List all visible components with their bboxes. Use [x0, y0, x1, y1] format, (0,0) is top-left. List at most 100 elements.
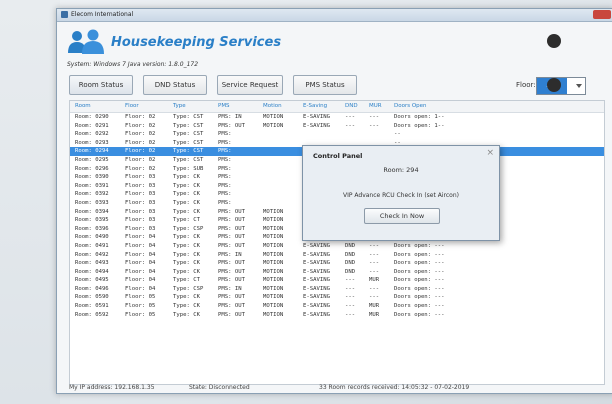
- table-cell: Room: 0396: [75, 225, 109, 232]
- table-cell: MOTION: [263, 260, 284, 267]
- col-pms: PMS: [218, 103, 230, 109]
- table-cell: Floor: 02: [125, 122, 156, 129]
- dialog-room: Room: 294: [383, 166, 419, 174]
- ip-address: My IP address: 192.168.1.35: [69, 384, 155, 391]
- tab-dnd-status[interactable]: DND Status: [143, 75, 207, 95]
- check-in-now-button[interactable]: Check In Now: [364, 208, 440, 224]
- table-row[interactable]: Room: 0493 Floor: 04 Type: CK PMS: OUT MOTIO…: [70, 259, 604, 268]
- col-room: Room: [75, 103, 91, 109]
- table-cell: PMS: OUT: [218, 277, 245, 284]
- table-cell: E-SAVING: [303, 277, 330, 284]
- table-cell: PMS: OUT: [218, 311, 245, 318]
- table-cell: Type: CK: [173, 242, 200, 249]
- col-mur: MUR: [369, 103, 382, 109]
- app-icon: [61, 11, 68, 18]
- table-cell: ---: [345, 122, 356, 129]
- connection-state: State: Disconnected: [189, 384, 250, 391]
- table-cell: Type: CST: [173, 122, 204, 129]
- table-cell: Room: 0394: [75, 208, 109, 215]
- table-row[interactable]: Room: 0494 Floor: 04 Type: CK PMS: OUT MOTIO…: [70, 268, 604, 277]
- table-row[interactable]: Room: 0591 Floor: 05 Type: CK PMS: OUT MOTIO…: [70, 302, 604, 311]
- table-row[interactable]: Room: 0592 Floor: 05 Type: CK PMS: OUT MOTIO…: [70, 311, 604, 320]
- table-cell: Room: 0493: [75, 260, 109, 267]
- tab-pms-status[interactable]: PMS Status: [293, 75, 357, 95]
- table-cell: DND: [345, 260, 356, 267]
- floor-select[interactable]: ALL: [536, 77, 586, 95]
- table-cell: ---: [345, 303, 356, 310]
- close-icon[interactable]: ×: [486, 148, 494, 158]
- table-cell: MOTION: [263, 208, 284, 215]
- col-doors-open: Doors Open: [394, 103, 427, 109]
- table-cell: Type: CST: [173, 114, 204, 120]
- tab-room-status[interactable]: Room Status: [69, 75, 133, 95]
- table-cell: ---: [369, 268, 380, 275]
- table-cell: PMS:: [218, 191, 232, 198]
- external-icon: [547, 34, 561, 48]
- table-cell: E-SAVING: [303, 114, 330, 120]
- table-row[interactable]: Room: 0496 Floor: 04 Type: CSP PMS: IN MOTIO…: [70, 285, 604, 294]
- table-cell: ---: [345, 285, 356, 292]
- table-cell: ---: [369, 260, 380, 267]
- table-cell: Doors open: 1--: [394, 114, 445, 120]
- table-cell: PMS: OUT: [218, 242, 245, 249]
- table-cell: Floor: 03: [125, 225, 156, 232]
- table-cell: Type: CK: [173, 199, 200, 206]
- table-cell: DND: [345, 242, 356, 249]
- table-cell: PMS: OUT: [218, 303, 245, 310]
- window-title: Elecom International: [71, 11, 134, 18]
- table-cell: Floor: 04: [125, 268, 156, 275]
- table-cell: PMS:: [218, 131, 232, 138]
- room-table: Room Floor Type PMS Motion E-Saving DND …: [69, 100, 605, 385]
- table-cell: MUR: [369, 277, 380, 284]
- table-cell: ---: [369, 294, 380, 301]
- table-cell: ---: [369, 122, 380, 129]
- table-cell: Floor: 05: [125, 303, 156, 310]
- title-bar[interactable]: Elecom International: [57, 9, 612, 22]
- table-row[interactable]: Room: 0590 Floor: 05 Type: CK PMS: OUT MOTIO…: [70, 293, 604, 302]
- table-cell: Room: 0495: [75, 277, 109, 284]
- dropdown-arrow-icon: [576, 84, 582, 88]
- table-row[interactable]: Room: 0491 Floor: 04 Type: CK PMS: OUT MOTIO…: [70, 242, 604, 251]
- table-cell: Floor: 05: [125, 311, 156, 318]
- table-cell: ---: [369, 242, 380, 249]
- table-cell: Type: CST: [173, 139, 204, 146]
- table-cell: Type: CK: [173, 174, 200, 181]
- table-cell: Type: CST: [173, 131, 204, 138]
- col-esaving: E-Saving: [303, 103, 328, 109]
- table-cell: MOTION: [263, 234, 284, 241]
- table-cell: Type: CK: [173, 182, 200, 189]
- table-row[interactable]: Room: 0495 Floor: 04 Type: CT PMS: OUT MOTIO…: [70, 276, 604, 285]
- table-cell: MOTION: [263, 311, 284, 318]
- col-type: Type: [173, 103, 186, 109]
- table-cell: Type: CST: [173, 156, 204, 163]
- table-cell: Room: 0592: [75, 311, 109, 318]
- table-cell: Floor: 03: [125, 182, 156, 189]
- app-title: Housekeeping Services: [111, 35, 282, 50]
- table-cell: MOTION: [263, 122, 284, 129]
- table-cell: Doors open: ---: [394, 277, 445, 284]
- window-close-button[interactable]: [593, 10, 611, 19]
- table-cell: DND: [345, 251, 356, 258]
- table-cell: E-SAVING: [303, 303, 330, 310]
- table-cell: ---: [345, 311, 356, 318]
- table-cell: Floor: 02: [125, 131, 156, 138]
- table-cell: Room: 0294: [75, 148, 109, 155]
- table-cell: Type: CK: [173, 234, 200, 241]
- table-row[interactable]: Room: 0290 Floor: 02 Type: CST PMS: IN MOTIO…: [70, 113, 604, 122]
- table-cell: PMS:: [218, 165, 232, 172]
- table-cell: Room: 0291: [75, 122, 109, 129]
- table-cell: PMS:: [218, 199, 232, 206]
- table-row[interactable]: Room: 0291 Floor: 02 Type: CST PMS: OUT MOTI…: [70, 122, 604, 131]
- table-cell: Room: 0496: [75, 285, 109, 292]
- table-row[interactable]: Room: 0492 Floor: 04 Type: CK PMS: IN MOTION…: [70, 251, 604, 260]
- tab-service-request[interactable]: Service Request: [217, 75, 283, 95]
- col-floor: Floor: [125, 103, 139, 109]
- table-row[interactable]: Room: 0292 Floor: 02 Type: CST PMS: --: [70, 130, 604, 139]
- table-cell: Room: 0494: [75, 268, 109, 275]
- table-cell: Type: CK: [173, 260, 200, 267]
- table-cell: E-SAVING: [303, 260, 330, 267]
- table-cell: Room: 0392: [75, 191, 109, 198]
- records-received: 33 Room records received: 14:05:32 - 07-…: [319, 384, 470, 391]
- table-cell: Room: 0292: [75, 131, 109, 138]
- table-cell: Doors open: ---: [394, 242, 445, 249]
